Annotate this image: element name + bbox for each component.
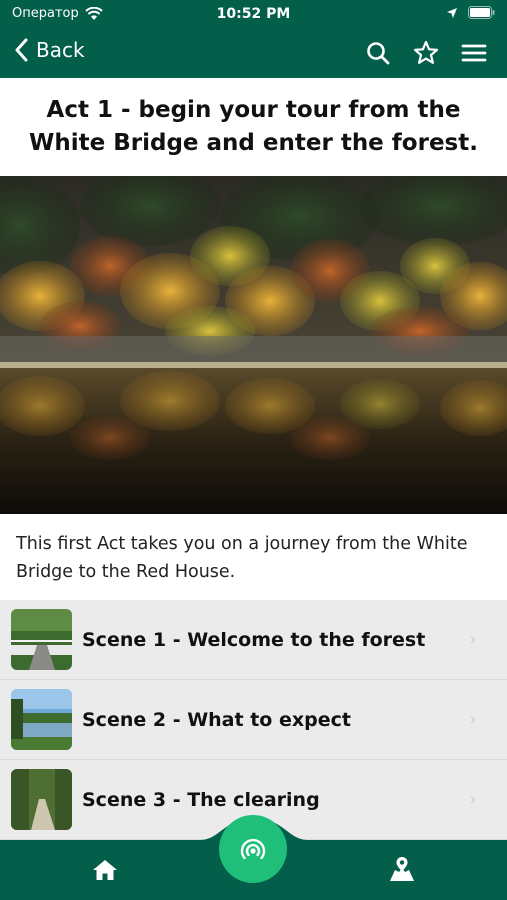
nav-actions bbox=[365, 40, 487, 66]
tab-bar bbox=[0, 815, 507, 900]
autumn-lake-photo bbox=[0, 176, 507, 514]
battery-icon bbox=[468, 6, 495, 19]
audio-broadcast-icon bbox=[240, 838, 266, 860]
scene-title: Scene 1 - Welcome to the forest bbox=[82, 628, 426, 651]
scene-title: Scene 2 - What to expect bbox=[82, 708, 351, 731]
home-tab[interactable] bbox=[92, 858, 118, 882]
hero-image bbox=[0, 176, 507, 514]
search-icon bbox=[367, 42, 390, 65]
scene-list-item[interactable]: Scene 2 - What to expect › bbox=[0, 680, 507, 760]
star-icon bbox=[413, 40, 439, 64]
status-right bbox=[446, 6, 495, 19]
menu-icon bbox=[461, 44, 487, 62]
back-label: Back bbox=[36, 38, 85, 62]
act-title-section: Act 1 - begin your tour from the White B… bbox=[0, 78, 507, 176]
act-title: Act 1 - begin your tour from the White B… bbox=[29, 97, 478, 156]
chevron-right-icon: › bbox=[469, 789, 477, 810]
status-bar: Оператор 10:52 PM bbox=[0, 0, 507, 28]
map-pin-icon bbox=[390, 857, 414, 881]
scene-thumbnail bbox=[11, 609, 72, 670]
nav-bar: Back bbox=[0, 28, 507, 78]
scene-list: Scene 1 - Welcome to the forest › Scene … bbox=[0, 600, 507, 840]
chevron-right-icon: › bbox=[469, 709, 477, 730]
scene-thumbnail bbox=[11, 689, 72, 750]
audio-guide-button[interactable] bbox=[219, 815, 287, 883]
home-icon bbox=[93, 860, 117, 880]
clearing-thumbnail bbox=[11, 769, 72, 830]
clock: 10:52 PM bbox=[216, 6, 291, 22]
back-button[interactable]: Back bbox=[14, 38, 85, 62]
lake-thumbnail bbox=[11, 689, 72, 750]
chevron-left-icon bbox=[15, 38, 28, 62]
scene-list-item[interactable]: Scene 1 - Welcome to the forest › bbox=[0, 600, 507, 680]
location-arrow-icon bbox=[447, 7, 457, 18]
chevron-right-icon: › bbox=[469, 629, 477, 650]
scene-title: Scene 3 - The clearing bbox=[82, 788, 320, 811]
search-button[interactable] bbox=[365, 40, 391, 66]
favorite-button[interactable] bbox=[413, 40, 439, 66]
menu-button[interactable] bbox=[461, 40, 487, 66]
bridge-thumbnail bbox=[11, 609, 72, 670]
scene-thumbnail bbox=[11, 769, 72, 830]
map-tab[interactable] bbox=[388, 856, 416, 882]
act-description: This first Act takes you on a journey fr… bbox=[0, 514, 507, 600]
